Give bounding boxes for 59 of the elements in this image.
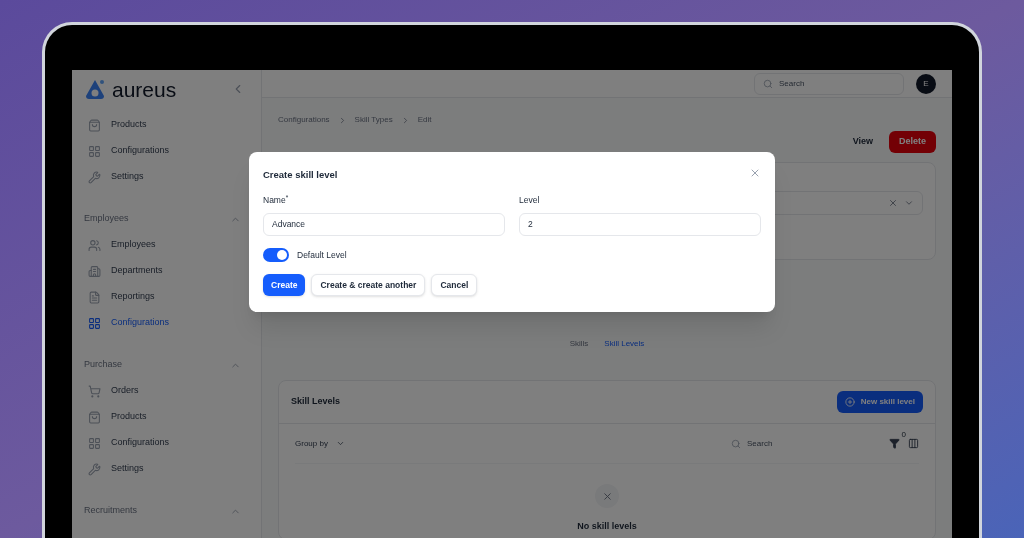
sidebar-item[interactable]: Settings: [84, 164, 249, 190]
delete-button[interactable]: Delete: [889, 131, 936, 153]
create-button[interactable]: Create: [263, 274, 306, 296]
create-another-button[interactable]: Create & create another: [311, 274, 426, 296]
group-label: Employees: [84, 212, 129, 226]
search-icon: [763, 78, 773, 89]
chevron-down-icon: [904, 198, 914, 208]
grid-icon: [88, 316, 101, 330]
grid-icon: [88, 144, 101, 158]
group-label: Recruitments: [84, 504, 137, 518]
columns-icon[interactable]: [908, 438, 919, 449]
sidebar-item[interactable]: Configurations: [84, 310, 249, 336]
plus-circle-icon: [844, 397, 855, 407]
avatar[interactable]: E: [916, 73, 936, 94]
filter-icon[interactable]: [889, 438, 900, 449]
table-search-field[interactable]: Search: [731, 437, 881, 450]
text-field[interactable]: Advance: [263, 213, 505, 236]
breadcrumb-link[interactable]: Configurations: [278, 114, 330, 126]
tab[interactable]: Skill Levels: [598, 334, 651, 354]
cart-icon: [88, 384, 101, 398]
bag-icon: [88, 410, 101, 424]
toggle-switch[interactable]: [263, 248, 289, 262]
close-icon: [601, 490, 613, 502]
users-icon: [88, 238, 101, 252]
grid-icon: [88, 436, 101, 450]
search-icon: [731, 438, 741, 449]
sidebar-item[interactable]: Configurations: [84, 138, 249, 164]
sidebar-item[interactable]: Departments: [84, 258, 249, 284]
card-title: Skill Levels: [291, 395, 341, 409]
building-icon: [88, 264, 101, 278]
sidebar-item[interactable]: Products: [84, 404, 249, 430]
wrench-icon: [88, 462, 101, 476]
logo-text: aureus: [112, 78, 177, 100]
bag-icon: [88, 118, 101, 132]
document-icon: [88, 290, 101, 304]
sidebar-item[interactable]: Configurations: [84, 430, 249, 456]
breadcrumb-link[interactable]: Edit: [417, 114, 432, 126]
clear-icon[interactable]: [888, 198, 898, 208]
new-skill-level-button[interactable]: New skill level: [836, 391, 923, 413]
wrench-icon: [88, 170, 101, 184]
sidebar-item[interactable]: Reportings: [84, 284, 249, 310]
sidebar-item[interactable]: Orders: [84, 378, 249, 404]
sidebar-item[interactable]: Settings: [84, 456, 249, 482]
sidebar-item[interactable]: Products: [84, 112, 249, 138]
text-field[interactable]: 2: [519, 213, 761, 236]
sidebar-item[interactable]: Employees: [84, 232, 249, 258]
search-field[interactable]: Search: [754, 72, 904, 95]
logo-icon: [84, 78, 106, 100]
modal-title: Create skill level: [263, 168, 338, 182]
field-label: Level: [519, 194, 541, 207]
field-label: Name$^{*}$: [263, 194, 290, 207]
filter-count: 0: [901, 429, 906, 441]
toggle-label: Default Level: [297, 248, 347, 262]
group-by-dropdown[interactable]: Group by: [295, 437, 345, 450]
empty-state-text: No skill levels: [577, 520, 637, 533]
cancel-button[interactable]: Cancel: [431, 274, 478, 296]
group-label: Purchase: [84, 358, 123, 372]
view-button[interactable]: View: [844, 131, 881, 153]
chevron-down-icon: [335, 439, 345, 448]
